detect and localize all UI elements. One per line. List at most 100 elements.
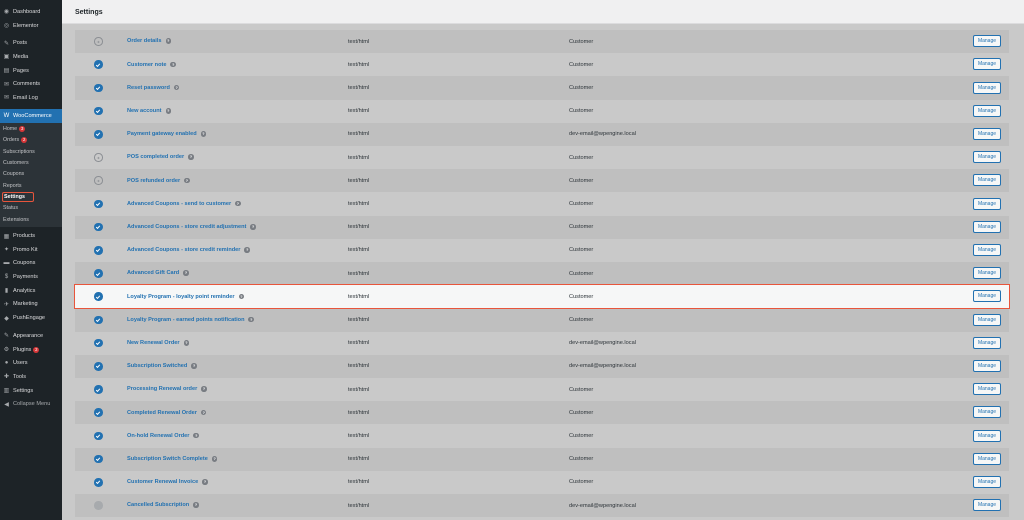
sidebar-item-media[interactable]: ▣ Media (0, 50, 62, 64)
submenu-item-coupons[interactable]: Coupons (0, 169, 62, 180)
help-icon[interactable]: ? (193, 502, 199, 508)
sidebar-item-elementor[interactable]: ◎ Elementor (0, 19, 62, 33)
submenu-item-extensions[interactable]: Extensions (0, 214, 62, 225)
email-name-link[interactable]: Advanced Gift Card? (127, 270, 189, 277)
email-name-link[interactable]: Subscription Switched? (127, 363, 197, 370)
submenu-item-status[interactable]: Status (0, 203, 62, 214)
manage-button[interactable]: Manage (973, 220, 1001, 233)
help-icon[interactable]: ? (170, 61, 176, 68)
recipient: Customer (569, 247, 594, 254)
manage-button[interactable]: Manage (973, 476, 1001, 489)
sidebar-item-appearance[interactable]: ✎ Appearance (0, 329, 62, 343)
email-name-link[interactable]: Customer Renewal Invoice? (127, 479, 208, 486)
sidebar-item-pages[interactable]: ▤ Pages (0, 64, 62, 78)
manage-button[interactable]: Manage (973, 429, 1001, 442)
help-icon[interactable]: ? (191, 363, 197, 369)
manage-button[interactable]: Manage (973, 452, 1001, 465)
submenu-item-customers[interactable]: Customers (0, 157, 62, 168)
manage-button[interactable]: Manage (973, 383, 1001, 396)
manage-button[interactable]: Manage (973, 35, 1001, 48)
submenu-item-settings[interactable]: Settings (0, 191, 62, 202)
sidebar-item-products[interactable]: ▦ Products (0, 229, 62, 243)
help-icon[interactable]: ? (235, 200, 241, 207)
sidebar-item-comments[interactable]: ✉ Comments (0, 77, 62, 91)
manage-button[interactable]: Manage (973, 81, 1001, 94)
manage-button[interactable]: Manage (973, 104, 1001, 117)
manage-button[interactable]: Manage (973, 360, 1001, 373)
email-name-link[interactable]: POS completed order? (127, 154, 194, 161)
help-icon[interactable]: ? (202, 479, 208, 485)
manage-button[interactable]: Manage (973, 151, 1001, 164)
email-name-link[interactable]: Advanced Coupons - send to customer? (127, 200, 241, 207)
manage-button[interactable]: Manage (973, 267, 1001, 280)
sidebar-item-coupons[interactable]: ▬ Coupons (0, 257, 62, 271)
help-icon[interactable]: ? (173, 84, 180, 91)
help-icon[interactable]: ? (165, 108, 172, 114)
sidebar-item-payments[interactable]: $ Payments (0, 270, 62, 284)
sidebar-item-pushengage[interactable]: ◆ PushEngage (0, 311, 62, 325)
manage-button[interactable]: Manage (973, 499, 1001, 512)
enabled-check-icon (94, 338, 103, 348)
recipient: Customer (569, 409, 594, 416)
content-type: text/html (348, 409, 370, 416)
email-name-link[interactable]: Loyalty Program - earned points notifica… (127, 316, 254, 323)
email-name-link[interactable]: Reset password? (127, 84, 180, 91)
help-icon[interactable]: ? (193, 432, 199, 439)
sidebar-item-settings[interactable]: ▥ Settings (0, 384, 62, 398)
sidebar-item-email-log[interactable]: ✉ Email Log (0, 91, 62, 105)
submenu-item-label: Settings (2, 191, 34, 202)
submenu-item-home[interactable]: Home 3 (0, 124, 62, 135)
manage-button[interactable]: Manage (973, 174, 1001, 187)
manage-button[interactable]: Manage (973, 244, 1001, 257)
help-icon[interactable]: ? (165, 38, 172, 44)
email-name-link[interactable]: On-hold Renewal Order? (127, 432, 199, 439)
help-icon[interactable]: ? (183, 340, 190, 346)
help-icon[interactable]: ? (250, 224, 256, 230)
sidebar-item-plugins[interactable]: ⚙ Plugins 2 (0, 343, 62, 357)
help-icon[interactable]: ? (183, 270, 189, 276)
sidebar-item-analytics[interactable]: ▮ Analytics (0, 284, 62, 298)
sidebar-item-label: Analytics (13, 287, 36, 294)
sidebar-item-posts[interactable]: ✎ Posts (0, 36, 62, 50)
manage-button[interactable]: Manage (973, 406, 1001, 419)
email-name-link[interactable]: Customer note? (127, 61, 176, 68)
help-icon[interactable]: ? (188, 154, 194, 160)
email-name-link[interactable]: Order details? (127, 38, 172, 45)
manage-button[interactable]: Manage (973, 197, 1001, 210)
email-name-link[interactable]: New account? (127, 108, 172, 114)
email-name-link[interactable]: Subscription Switch Complete? (127, 456, 218, 462)
help-icon[interactable]: ? (184, 177, 190, 184)
submenu-item-reports[interactable]: Reports (0, 180, 62, 191)
email-name-link[interactable]: Processing Renewal order? (127, 386, 207, 393)
email-name-link[interactable]: New Renewal Order? (127, 340, 190, 346)
help-icon[interactable]: ? (248, 316, 254, 323)
sidebar-item-woocommerce[interactable]: W WooCommerce (0, 108, 62, 123)
manage-button[interactable]: Manage (973, 290, 1001, 303)
collapse-menu-button[interactable]: ◀ Collapse Menu (0, 397, 62, 411)
manage-button[interactable]: Manage (973, 313, 1001, 326)
help-icon[interactable]: ? (211, 456, 218, 462)
sidebar-item-dashboard[interactable]: ◉ Dashboard (0, 5, 62, 19)
manage-button[interactable]: Manage (973, 58, 1001, 71)
email-name: POS completed order (127, 154, 185, 161)
email-name-link[interactable]: Payment gateway enabled? (127, 131, 207, 138)
manage-button[interactable]: Manage (973, 336, 1001, 349)
sidebar-item-marketing[interactable]: ✈ Marketing (0, 298, 62, 312)
manage-button[interactable]: Manage (973, 128, 1001, 141)
email-name-link[interactable]: Advanced Coupons - store credit reminder… (127, 247, 250, 254)
email-name-link[interactable]: Advanced Coupons - store credit adjustme… (127, 224, 256, 230)
sidebar-item-promo-kit[interactable]: ✦ Promo Kit (0, 243, 62, 257)
help-icon[interactable]: ? (244, 247, 250, 253)
help-icon[interactable]: ? (201, 386, 207, 392)
submenu-item-orders[interactable]: Orders 2 (0, 135, 62, 146)
email-name-link[interactable]: Loyalty Program - loyalty point reminder… (127, 293, 245, 300)
help-icon[interactable]: ? (238, 293, 245, 300)
help-icon[interactable]: ? (200, 131, 207, 137)
sidebar-item-users[interactable]: ● Users (0, 356, 62, 370)
email-name-link[interactable]: Completed Renewal Order? (127, 409, 207, 416)
email-name-link[interactable]: Cancelled Subscription? (127, 502, 199, 509)
help-icon[interactable]: ? (200, 409, 207, 416)
email-name-link[interactable]: POS refunded order? (127, 177, 190, 184)
sidebar-item-tools[interactable]: ✚ Tools (0, 370, 62, 384)
submenu-item-subscriptions[interactable]: Subscriptions (0, 146, 62, 157)
